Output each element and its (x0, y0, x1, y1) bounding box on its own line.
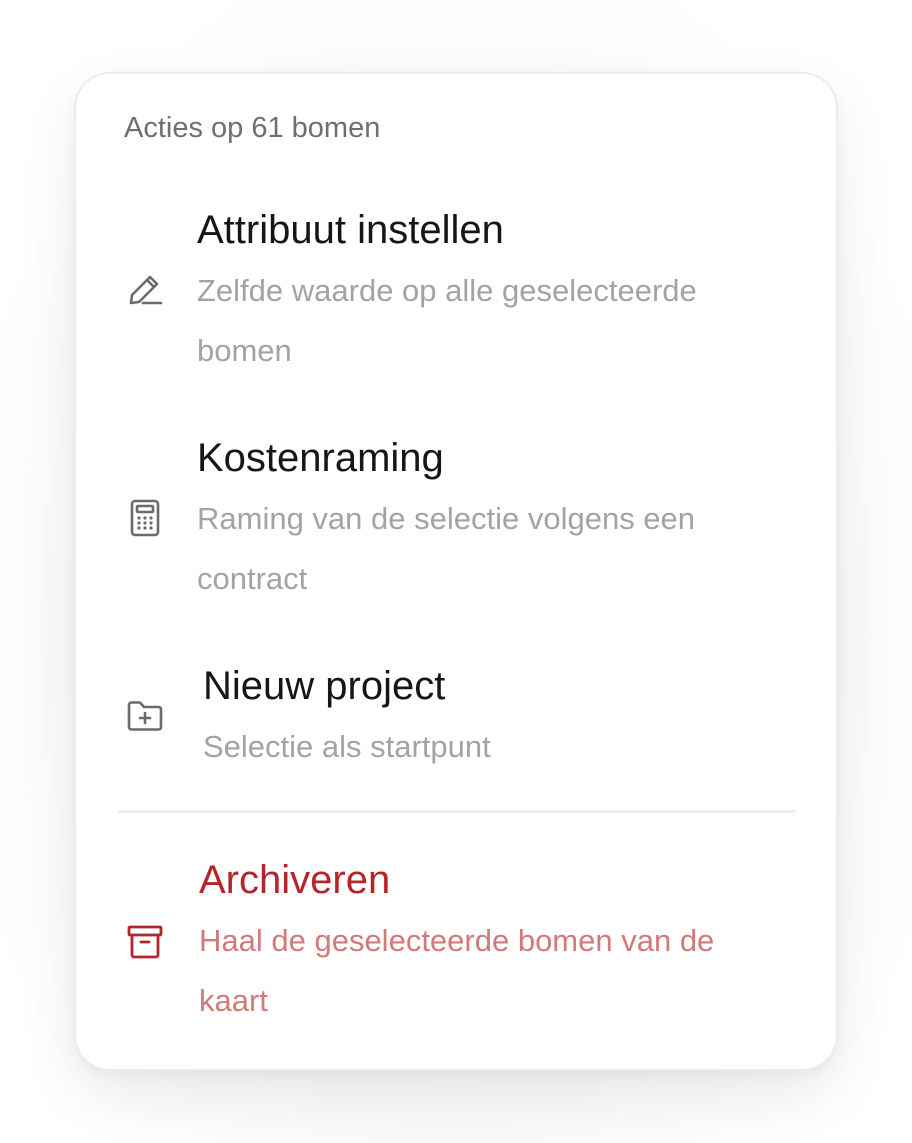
menu-item-title: Nieuw project (203, 664, 446, 708)
calculator-icon (125, 498, 165, 538)
menu-header: Acties op 61 bomen (124, 112, 381, 144)
menu-item-set-attribute[interactable]: Attribuut instellen Zelfde waarde op all… (76, 202, 836, 382)
pencil-icon (125, 270, 165, 310)
menu-item-description: Selectie als startpunt (203, 729, 491, 764)
menu-item-description: Zelfde waarde op alle geselecteerde bome… (197, 273, 697, 368)
menu-divider (118, 810, 796, 813)
menu-item-description: Haal de geselecteerde bomen van de kaart (199, 923, 715, 1018)
menu-item-title: Kostenraming (197, 436, 444, 480)
menu-item-archive[interactable]: Archiveren Haal de geselecteerde bomen v… (76, 852, 836, 1032)
archive-icon (125, 922, 165, 962)
menu-item-description: Raming van de selectie volgens een contr… (197, 501, 696, 596)
menu-item-new-project[interactable]: Nieuw project Selectie als startpunt (76, 658, 836, 778)
menu-item-title: Attribuut instellen (197, 208, 504, 252)
bulk-actions-menu: Acties op 61 bomen Attribuut instellen Z… (74, 72, 838, 1071)
menu-item-cost-estimate[interactable]: Kostenraming Raming van de selectie volg… (76, 430, 836, 610)
folder-plus-icon (125, 696, 165, 736)
menu-item-title: Archiveren (199, 858, 391, 902)
